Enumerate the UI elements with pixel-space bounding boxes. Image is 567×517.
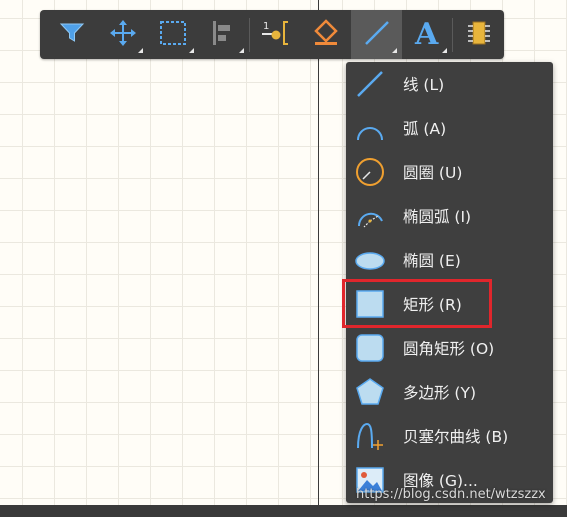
component-button[interactable] bbox=[453, 10, 504, 59]
menu-item-label: 弧 (A) bbox=[403, 120, 447, 138]
fill-button[interactable] bbox=[301, 10, 352, 59]
move-button[interactable] bbox=[98, 10, 149, 59]
circle-icon bbox=[354, 156, 386, 188]
select-rect-icon bbox=[159, 19, 187, 51]
rectangle-highlight-annotation bbox=[342, 279, 492, 328]
submenu-indicator bbox=[391, 48, 397, 53]
menu-item-bezier[interactable]: 贝塞尔曲线 (B) bbox=[346, 414, 553, 458]
svg-text:A: A bbox=[414, 18, 439, 48]
filter-button[interactable] bbox=[47, 10, 98, 59]
canvas-guide-line bbox=[318, 0, 319, 505]
menu-item-label: 贝塞尔曲线 (B) bbox=[403, 428, 509, 446]
submenu-indicator bbox=[442, 48, 448, 53]
place-pin-button[interactable]: 1 bbox=[250, 10, 301, 59]
menu-item-label: 多边形 (Y) bbox=[403, 384, 476, 402]
menu-item-circle[interactable]: 圆圈 (U) bbox=[346, 150, 553, 194]
active-bar-toolbar: 1 A bbox=[40, 10, 504, 59]
submenu-indicator bbox=[239, 48, 245, 53]
menu-item-round-rectangle[interactable]: 圆角矩形 (O) bbox=[346, 326, 553, 370]
menu-item-label: 椭圆弧 (I) bbox=[403, 208, 472, 226]
menu-item-label: 线 (L) bbox=[403, 76, 445, 94]
menu-item-polygon[interactable]: 多边形 (Y) bbox=[346, 370, 553, 414]
menu-item-label: 圆圈 (U) bbox=[403, 164, 463, 182]
polygon-icon bbox=[354, 376, 386, 408]
align-icon bbox=[210, 19, 238, 51]
watermark-text: https://blog.csdn.net/wtzszzx bbox=[356, 487, 546, 502]
pin-number-label: 1 bbox=[263, 21, 269, 32]
bottom-bar bbox=[0, 505, 567, 517]
submenu-indicator bbox=[138, 48, 144, 53]
fill-icon bbox=[312, 18, 340, 51]
menu-item-line[interactable]: 线 (L) bbox=[346, 62, 553, 106]
ellipse-icon bbox=[354, 244, 386, 276]
arc-icon bbox=[354, 112, 386, 144]
text-icon: A bbox=[413, 17, 441, 52]
line-tool-button[interactable] bbox=[351, 10, 402, 59]
align-button[interactable] bbox=[199, 10, 250, 59]
move-icon bbox=[109, 19, 137, 51]
menu-item-arc[interactable]: 弧 (A) bbox=[346, 106, 553, 150]
place-pin-icon: 1 bbox=[260, 18, 292, 52]
menu-item-ellipse[interactable]: 椭圆 (E) bbox=[346, 238, 553, 282]
text-button[interactable]: A bbox=[402, 10, 453, 59]
menu-item-label: 圆角矩形 (O) bbox=[403, 340, 495, 358]
filter-icon bbox=[59, 21, 85, 49]
bezier-icon bbox=[354, 420, 386, 452]
component-icon bbox=[465, 19, 493, 51]
menu-item-elliptical-arc[interactable]: 椭圆弧 (I) bbox=[346, 194, 553, 238]
round-rectangle-icon bbox=[354, 332, 386, 364]
menu-item-label: 椭圆 (E) bbox=[403, 252, 461, 270]
elliptical-arc-icon bbox=[354, 200, 386, 232]
submenu-indicator bbox=[188, 48, 194, 53]
line-icon bbox=[363, 19, 391, 51]
select-button[interactable] bbox=[148, 10, 199, 59]
line-icon bbox=[354, 68, 386, 100]
